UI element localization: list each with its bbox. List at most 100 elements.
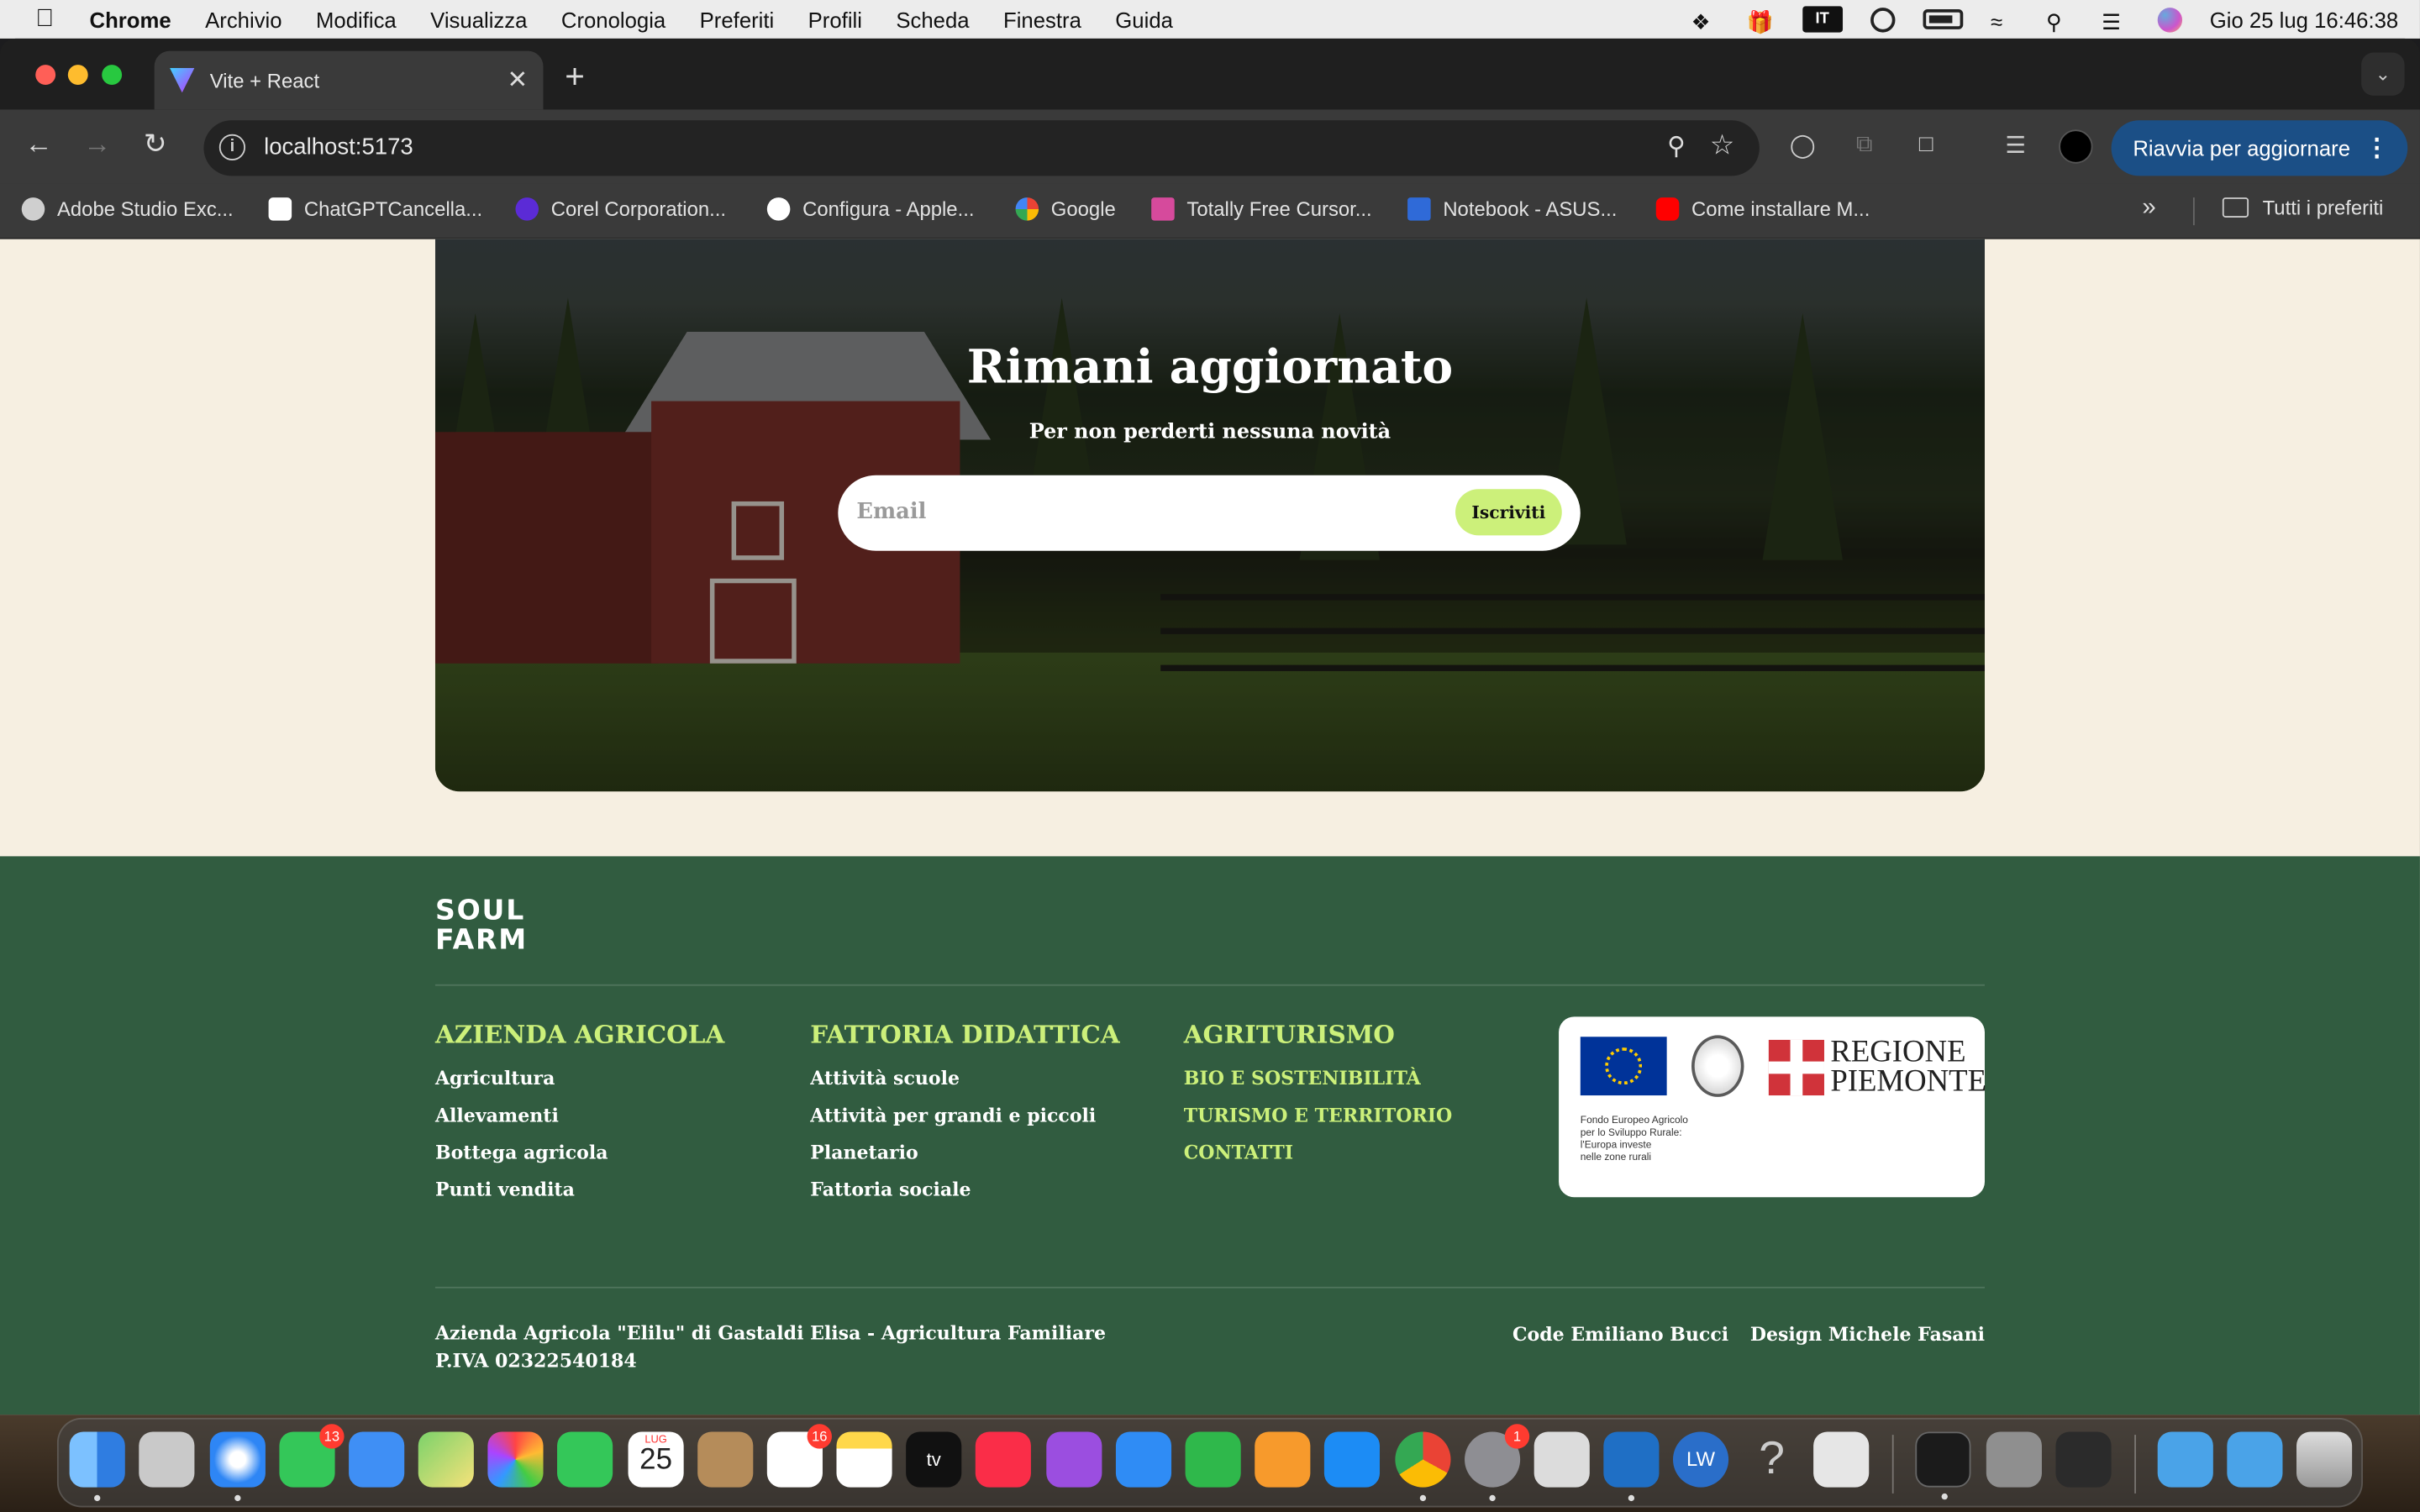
tab-search-button[interactable]: ⌄ [2361, 52, 2405, 96]
footer-link[interactable]: CONTATTI [1184, 1142, 1452, 1163]
footer-link[interactable]: TURISMO E TERRITORIO [1184, 1105, 1452, 1126]
media-controls-icon[interactable]: ☰ [2000, 131, 2031, 162]
incognito-icon[interactable]: ◯ [1787, 131, 1818, 162]
help-icon[interactable]: ? [1744, 1431, 1799, 1487]
reminders-icon[interactable]: 16 [766, 1424, 832, 1488]
footer-link[interactable]: Fattoria sociale [810, 1179, 1119, 1200]
pages-icon[interactable] [1255, 1431, 1311, 1488]
app-store-icon[interactable] [1323, 1431, 1381, 1488]
footer-link[interactable]: Attività per grandi e piccoli [810, 1105, 1119, 1126]
contacts-icon[interactable] [697, 1431, 754, 1488]
bookmark-item[interactable]: Come installare M... [1655, 197, 1870, 221]
facetime-icon[interactable] [557, 1431, 613, 1488]
subscribe-button[interactable]: Iscriviti [1455, 489, 1562, 536]
wifi-icon[interactable]: ≈ [1991, 8, 2018, 33]
footer-link[interactable]: Attività scuole [810, 1068, 1119, 1089]
menu-profili[interactable]: Profili [808, 7, 862, 31]
bookmark-item[interactable]: Notebook - ASUS... [1407, 197, 1617, 221]
more-menu-icon[interactable]: ⋮ [2365, 133, 2389, 164]
menu-preferiti[interactable]: Preferiti [700, 7, 775, 31]
bookmark-item[interactable]: Corel Corporation... [515, 197, 726, 221]
trash-icon[interactable] [2296, 1431, 2353, 1488]
address-url[interactable]: localhost:5173 [264, 134, 413, 160]
footer-link[interactable]: Planetario [810, 1142, 1119, 1163]
menu-modifica[interactable]: Modifica [316, 7, 397, 31]
photos-icon[interactable] [487, 1431, 544, 1488]
menu-scheda[interactable]: Scheda [896, 7, 969, 31]
restart-to-update-button[interactable]: Riavvia per aggiornare ⋮ [2111, 120, 2408, 176]
podcasts-icon[interactable] [1046, 1431, 1102, 1488]
applications-folder-icon[interactable] [2227, 1431, 2283, 1488]
spotlight-search-icon[interactable]: ⚲ [2046, 8, 2074, 33]
chrome-icon[interactable] [1395, 1431, 1451, 1502]
extensions-icon[interactable]: □ [1911, 131, 1942, 162]
safari-icon[interactable] [209, 1431, 266, 1502]
menubar-datetime[interactable]: Gio 25 lug 16:46:38 [2210, 7, 2398, 31]
reload-button[interactable]: ↻ [144, 128, 167, 160]
footer-link[interactable]: Bottega agricola [435, 1142, 724, 1163]
code-credit-link[interactable]: Code Emiliano Bucci [1512, 1324, 1728, 1346]
preview-icon[interactable] [1813, 1431, 1870, 1488]
menu-guida[interactable]: Guida [1115, 7, 1173, 31]
control-center-icon[interactable]: ☰ [2102, 8, 2129, 33]
gift-icon[interactable]: 🎁 [1747, 8, 1775, 33]
battery-icon[interactable] [1923, 9, 1963, 29]
audio-app-icon[interactable] [2055, 1431, 2112, 1488]
bookmark-star-icon[interactable]: ☆ [1710, 129, 1735, 162]
more-bookmarks-chevron-icon[interactable]: » [2142, 194, 2155, 222]
calendar-icon[interactable]: LUG 25 [628, 1431, 684, 1488]
address-bar[interactable]: i localhost:5173 ⚲ ☆ [203, 120, 1760, 176]
bookmark-item[interactable]: Adobe Studio Exc... [21, 197, 234, 221]
zoom-icon[interactable]: ⚲ [1667, 131, 1686, 162]
terminal-icon[interactable] [1915, 1431, 1971, 1500]
menu-visualizza[interactable]: Visualizza [430, 7, 527, 31]
screenshot-icon[interactable] [1534, 1431, 1590, 1488]
close-tab-icon[interactable]: ✕ [508, 65, 529, 96]
vscode-icon[interactable] [1603, 1431, 1660, 1502]
font-book-icon[interactable] [1986, 1431, 2042, 1488]
mail-icon[interactable] [349, 1431, 405, 1488]
apple-icon[interactable]:  [31, 5, 59, 33]
dropbox-icon[interactable]: ❖ [1691, 8, 1719, 33]
close-window-button[interactable] [35, 65, 56, 86]
music-icon[interactable] [975, 1431, 1031, 1488]
menu-app-name[interactable]: Chrome [90, 7, 171, 31]
bookmark-item[interactable]: Google [1015, 197, 1116, 221]
forward-button[interactable]: → [83, 128, 111, 160]
downloads-folder-icon[interactable] [2157, 1431, 2213, 1488]
footer-link[interactable]: Punti vendita [435, 1179, 724, 1200]
bookmark-item[interactable]: Totally Free Cursor... [1151, 197, 1372, 221]
notes-icon[interactable] [836, 1431, 892, 1488]
minimize-window-button[interactable] [67, 65, 88, 86]
launchpad-icon[interactable] [139, 1431, 195, 1488]
all-bookmarks-button[interactable]: Tutti i preferiti [2222, 196, 2383, 219]
soul-farm-logo[interactable]: SOUL FARM [435, 896, 528, 955]
menu-archivio[interactable]: Archivio [205, 7, 281, 31]
keynote-icon[interactable] [1115, 1431, 1172, 1488]
profile-avatar[interactable] [2059, 129, 2093, 164]
new-tab-button[interactable]: + [565, 57, 585, 97]
footer-link[interactable]: Agricultura [435, 1068, 724, 1089]
footer-link[interactable]: BIO E SOSTENIBILITÀ [1184, 1068, 1452, 1089]
numbers-icon[interactable] [1185, 1431, 1241, 1488]
email-field[interactable] [856, 487, 1444, 538]
input-source-indicator[interactable]: IT [1802, 6, 1843, 33]
bookmark-item[interactable]: Configura - Apple... [766, 197, 975, 221]
bookmark-item[interactable]: ChatGPTCancella... [268, 197, 482, 221]
messages-icon[interactable]: 13 [279, 1424, 345, 1488]
maps-icon[interactable] [418, 1431, 474, 1488]
footer-link[interactable]: Allevamenti [435, 1105, 724, 1126]
apple-tv-icon[interactable]: tv [906, 1431, 962, 1488]
siri-icon[interactable] [2157, 7, 2182, 32]
menu-cronologia[interactable]: Cronologia [561, 7, 666, 31]
system-settings-icon[interactable]: 1 [1465, 1424, 1530, 1502]
tab-active[interactable]: Vite + React ✕ [154, 50, 544, 110]
menu-finestra[interactable]: Finestra [1003, 7, 1081, 31]
lw-app-icon[interactable]: LW [1672, 1431, 1729, 1488]
finder-icon[interactable] [69, 1431, 125, 1502]
play-icon[interactable] [1870, 7, 1896, 32]
fullscreen-window-button[interactable] [102, 65, 123, 86]
site-info-icon[interactable]: i [218, 134, 246, 161]
copy-icon[interactable]: ⧉ [1849, 131, 1880, 162]
design-credit-link[interactable]: Design Michele Fasani [1750, 1324, 1985, 1346]
